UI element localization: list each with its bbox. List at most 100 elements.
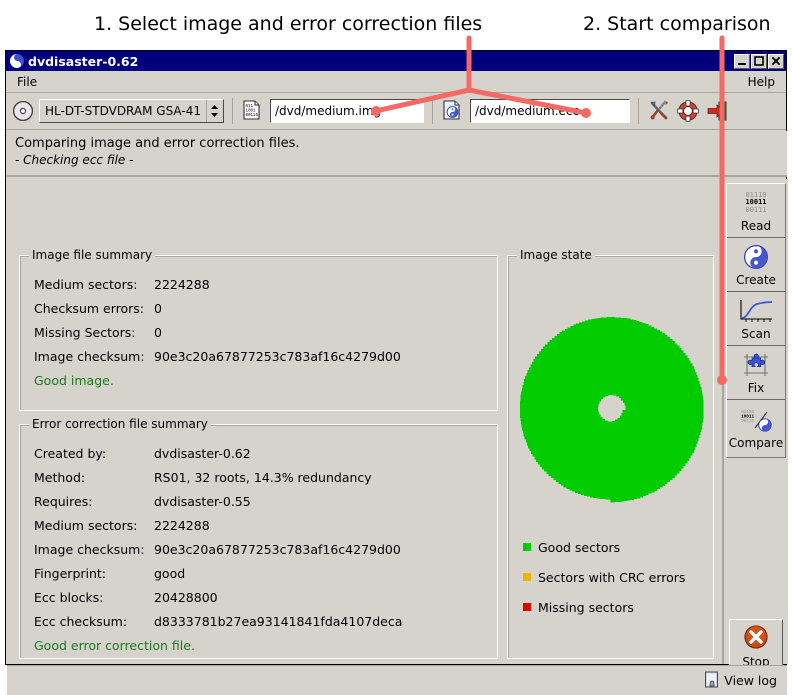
summary-row: Requires: dvdisaster-0.55 xyxy=(34,489,402,513)
minimize-button[interactable] xyxy=(734,53,750,69)
row-label: Ecc blocks: xyxy=(34,589,104,605)
legend-item: Good sectors xyxy=(523,532,685,562)
image-file-value: /dvd/medium.img xyxy=(274,104,382,118)
summary-row: Image checksum: 90e3c20a67877253c783af16… xyxy=(34,344,401,368)
svg-text:1001: 1001 xyxy=(245,110,256,114)
close-button[interactable] xyxy=(768,53,784,69)
ecc-file-summary-frame: Error correction file summary Created by… xyxy=(19,417,498,659)
ecc-file-summary-title: Error correction file summary xyxy=(29,417,211,431)
legend-swatch-good xyxy=(523,543,531,551)
summary-row: Created by: dvdisaster-0.62 xyxy=(34,441,402,465)
ecc-summary-rows: Created by: dvdisaster-0.62 Method: RS01… xyxy=(34,441,402,657)
row-value: d8333781b27ea93141841fda4107deca xyxy=(154,613,403,629)
action-scan-button[interactable]: Scan xyxy=(727,292,785,346)
menu-file[interactable]: File xyxy=(14,74,40,90)
yinyang-create-icon xyxy=(743,242,769,272)
ecc-file-value: /dvd/medium.ecc xyxy=(474,104,580,118)
legend-swatch-crc xyxy=(523,573,531,581)
toolbar-separator-3 xyxy=(637,98,639,124)
action-label: Scan xyxy=(741,327,771,341)
svg-text:011: 011 xyxy=(245,105,253,109)
yinyang-icon xyxy=(10,54,24,68)
row-value: good xyxy=(154,565,186,581)
row-label: Checksum errors: xyxy=(34,300,145,316)
row-label: Method: xyxy=(34,469,86,485)
action-compare-button[interactable]: 01110 10011 00111 Compare xyxy=(727,400,785,454)
status-headline: Comparing image and error correction fil… xyxy=(15,136,300,151)
exit-icon[interactable] xyxy=(705,99,729,123)
chevron-updown-icon[interactable] xyxy=(205,100,223,122)
window-title: dvdisaster-0.62 xyxy=(28,53,139,69)
row-value: 20428800 xyxy=(154,589,218,605)
row-value: 90e3c20a67877253c783af16c4279d00 xyxy=(154,541,401,557)
action-label: Compare xyxy=(728,435,784,450)
row-label: Requires: xyxy=(34,493,93,509)
svg-text:00111: 00111 xyxy=(741,419,755,424)
row-label: Created by: xyxy=(34,445,107,461)
row-value: RS01, 32 roots, 14.3% redundancy xyxy=(154,469,372,485)
legend-swatch-missing xyxy=(523,603,531,611)
action-label: Read xyxy=(740,219,772,233)
menu-bar: File Help xyxy=(6,71,786,93)
summary-row: Missing Sectors: 0 xyxy=(34,320,401,344)
legend-label: Good sectors xyxy=(538,539,621,555)
drive-select[interactable]: HL-DT-STDVDRAM GSA-41 xyxy=(39,99,224,123)
tools-icon[interactable] xyxy=(647,99,671,123)
row-label: Ecc checksum: xyxy=(34,613,128,629)
summary-row: Checksum errors: 0 xyxy=(34,296,401,320)
row-label: Fingerprint: xyxy=(34,565,107,581)
legend-label: Sectors with CRC errors xyxy=(538,569,686,585)
summary-row: Method: RS01, 32 roots, 14.3% redundancy xyxy=(34,465,402,489)
action-label: Fix xyxy=(747,381,765,395)
log-icon xyxy=(704,671,720,691)
image-file-summary-frame: Image file summary Medium sectors: 22242… xyxy=(19,248,498,411)
title-bar: dvdisaster-0.62 xyxy=(6,51,786,71)
disc-visualization xyxy=(508,284,713,534)
action-sidebar: 01110 10011 00111 Read Create Scan Fix 0… xyxy=(722,179,788,673)
image-state-frame: Image state Good sectors Sectors with CR… xyxy=(507,248,714,659)
image-file-summary-title: Image file summary xyxy=(29,248,156,262)
action-create-button[interactable]: Create xyxy=(727,238,785,292)
row-value: dvdisaster-0.55 xyxy=(154,493,251,509)
summary-row: Medium sectors: 2224288 xyxy=(34,272,401,296)
summary-row: Ecc blocks: 20428800 xyxy=(34,585,402,609)
action-read-button[interactable]: 01110 10011 00111 Read xyxy=(727,184,785,238)
view-log-button[interactable]: View log xyxy=(704,671,777,691)
summary-row: Ecc checksum: d8333781b27ea93141841fda41… xyxy=(34,609,402,633)
row-value: dvdisaster-0.62 xyxy=(154,445,251,461)
row-label: Image checksum: xyxy=(34,541,145,557)
maximize-button[interactable] xyxy=(751,53,767,69)
stop-x-icon xyxy=(743,624,769,653)
toolbar-separator-2 xyxy=(431,98,433,124)
row-label: Medium sectors: xyxy=(34,517,138,533)
legend-label: Missing sectors xyxy=(538,599,634,615)
lifebuoy-icon[interactable] xyxy=(676,99,700,123)
action-label: Create xyxy=(736,273,776,287)
svg-text:00115: 00115 xyxy=(245,114,258,118)
summary-row: Medium sectors: 2224288 xyxy=(34,513,402,537)
image-summary-rows: Medium sectors: 2224288 Checksum errors:… xyxy=(34,272,401,392)
menu-help[interactable]: Help xyxy=(745,74,778,90)
ecc-file-input[interactable]: /dvd/medium.ecc xyxy=(469,99,630,123)
compare-icon: 01110 10011 00111 xyxy=(737,405,775,435)
row-value: 2224288 xyxy=(154,517,210,533)
legend-item: Sectors with CRC errors xyxy=(523,562,685,592)
cd-disc-icon xyxy=(12,100,34,122)
disc-sector-map xyxy=(519,317,704,503)
legend-item: Missing sectors xyxy=(523,592,685,622)
annotation-step-2: 2. Start comparison xyxy=(583,13,771,35)
ecc-file-icon[interactable] xyxy=(441,99,465,123)
binary-file-icon[interactable]: 011 1001 00115 xyxy=(241,99,265,123)
drive-select-value: HL-DT-STDVDRAM GSA-41 xyxy=(45,104,201,118)
toolbar: HL-DT-STDVDRAM GSA-41 011 1001 00115 /dv… xyxy=(6,93,786,130)
row-label: Image checksum: xyxy=(34,348,145,364)
status-header: Comparing image and error correction fil… xyxy=(7,131,787,177)
row-value: 0 xyxy=(154,324,162,340)
action-fix-button[interactable]: Fix xyxy=(727,346,785,400)
view-log-label: View log xyxy=(724,673,777,688)
row-value: 90e3c20a67877253c783af16c4279d00 xyxy=(154,348,401,364)
image-file-input[interactable]: /dvd/medium.img xyxy=(269,99,424,123)
summary-row: Image checksum: 90e3c20a67877253c783af16… xyxy=(34,537,402,561)
row-label: Missing Sectors: xyxy=(34,324,136,340)
ecc-verdict: Good error correction file. xyxy=(34,637,195,653)
